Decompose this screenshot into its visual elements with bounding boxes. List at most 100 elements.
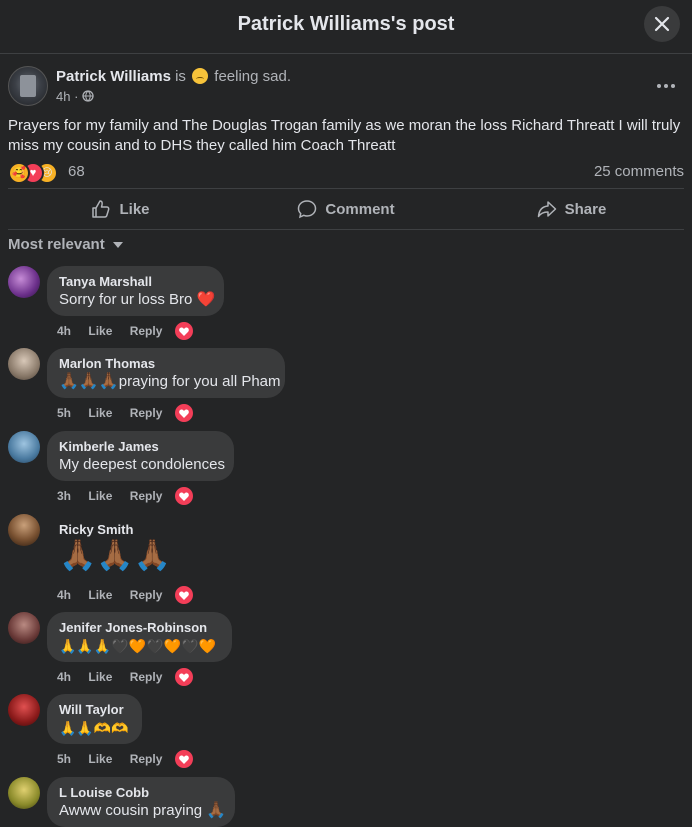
heart-icon bbox=[179, 492, 189, 501]
comment-like-button[interactable]: Like bbox=[88, 752, 112, 766]
comment-bubble: Jenifer Jones-Robinson 🙏🙏🙏🖤🧡🖤🧡🖤🧡 bbox=[47, 612, 232, 662]
comment-text: 🙏🏾🙏🏾🙏🏾praying for you all Pham bbox=[59, 372, 281, 392]
comment-time[interactable]: 5h bbox=[57, 752, 71, 766]
heart-icon bbox=[179, 409, 189, 418]
commenter-name[interactable]: Ricky Smith bbox=[59, 522, 175, 538]
post-actions: Like Comment Share bbox=[8, 188, 684, 230]
heart-icon bbox=[179, 327, 189, 336]
like-label: Like bbox=[119, 200, 150, 218]
comment-reply-button[interactable]: Reply bbox=[130, 588, 163, 602]
love-reaction-badge[interactable] bbox=[173, 320, 195, 342]
commenter-avatar[interactable] bbox=[8, 514, 40, 546]
comment-like-button[interactable]: Like bbox=[88, 324, 112, 338]
like-button[interactable]: Like bbox=[8, 189, 233, 229]
comment-bubble: Will Taylor 🙏🙏🫶🫶 bbox=[47, 694, 142, 744]
dialog-header: Patrick Williams's post bbox=[0, 0, 692, 54]
comment-text: Sorry for ur loss Bro ❤️ bbox=[59, 290, 215, 310]
comments-count[interactable]: 25 comments bbox=[594, 163, 684, 180]
commenter-name[interactable]: Jenifer Jones-Robinson bbox=[59, 620, 220, 636]
comment-meta: 4h Like Reply bbox=[57, 324, 176, 338]
comment-reply-button[interactable]: Reply bbox=[130, 489, 163, 503]
globe-icon bbox=[82, 90, 94, 102]
sad-face-icon bbox=[192, 68, 209, 84]
comment-time[interactable]: 3h bbox=[57, 489, 71, 503]
love-reaction-badge[interactable] bbox=[173, 485, 195, 507]
author-avatar[interactable] bbox=[8, 66, 48, 106]
comment-text-body: Sorry for ur loss Bro bbox=[59, 291, 193, 308]
love-reaction-badge[interactable] bbox=[173, 402, 195, 424]
comment-like-button[interactable]: Like bbox=[88, 670, 112, 684]
comment-text-body: Awww cousin praying bbox=[59, 802, 203, 819]
commenter-name[interactable]: Marlon Thomas bbox=[59, 356, 273, 372]
pray-emoji: 🙏🏾 bbox=[206, 802, 227, 819]
heart-icon bbox=[179, 673, 189, 682]
comment-reply-button[interactable]: Reply bbox=[130, 670, 163, 684]
comment-bubble: Kimberle James My deepest condolences bbox=[47, 431, 234, 481]
chevron-down-icon bbox=[112, 242, 123, 248]
share-label: Share bbox=[564, 200, 607, 218]
commenter-name[interactable]: Will Taylor bbox=[59, 702, 130, 718]
commenter-avatar[interactable] bbox=[8, 348, 40, 380]
share-button[interactable]: Share bbox=[459, 189, 684, 229]
heart-icon bbox=[179, 591, 189, 600]
comment-sort-dropdown[interactable]: Most relevant bbox=[8, 236, 123, 253]
comment-label: Comment bbox=[325, 200, 395, 218]
comment-time[interactable]: 4h bbox=[57, 588, 71, 602]
comment-like-button[interactable]: Like bbox=[88, 588, 112, 602]
reactions-summary: 🥰 ♥ 😢 68 25 comments bbox=[8, 161, 684, 184]
commenter-avatar[interactable] bbox=[8, 431, 40, 463]
comment-time[interactable]: 5h bbox=[57, 406, 71, 420]
comment-bubble: Tanya Marshall Sorry for ur loss Bro ❤️ bbox=[47, 266, 224, 316]
comment-reply-button[interactable]: Reply bbox=[130, 752, 163, 766]
comment-reply-button[interactable]: Reply bbox=[130, 406, 163, 420]
author-line: Patrick Williams is feeling sad. bbox=[56, 68, 291, 85]
comment-text-body: praying for you all Pham bbox=[118, 373, 281, 390]
close-button[interactable] bbox=[644, 6, 680, 42]
more-icon bbox=[657, 84, 675, 88]
comment-icon bbox=[298, 200, 317, 219]
comment-bubble: Marlon Thomas 🙏🏾🙏🏾🙏🏾praying for you all … bbox=[47, 348, 285, 398]
comment-meta: 5h Like Reply bbox=[57, 752, 176, 766]
commenter-avatar[interactable] bbox=[8, 694, 40, 726]
more-options-button[interactable] bbox=[656, 72, 676, 95]
comment-time[interactable]: 4h bbox=[57, 670, 71, 684]
comment-button[interactable]: Comment bbox=[233, 189, 459, 229]
dialog-title: Patrick Williams's post bbox=[237, 13, 455, 35]
feeling-text[interactable]: feeling sad. bbox=[214, 68, 291, 85]
close-icon bbox=[654, 16, 670, 32]
love-reaction-badge[interactable] bbox=[173, 748, 195, 770]
comment-reply-button[interactable]: Reply bbox=[130, 324, 163, 338]
pray-emoji: 🙏🏾🙏🏾🙏🏾 bbox=[59, 373, 119, 390]
comment-meta: 5h Like Reply bbox=[57, 406, 176, 420]
comment-meta: 4h Like Reply bbox=[57, 588, 176, 602]
pray-emoji: 🙏🏾🙏🏾🙏🏾 bbox=[59, 539, 172, 572]
commenter-avatar[interactable] bbox=[8, 612, 40, 644]
comment-like-button[interactable]: Like bbox=[88, 406, 112, 420]
post-meta: 4h · bbox=[56, 89, 94, 104]
comment-text: My deepest condolences bbox=[59, 456, 225, 473]
comment-like-button[interactable]: Like bbox=[88, 489, 112, 503]
comment-time[interactable]: 4h bbox=[57, 324, 71, 338]
author-name[interactable]: Patrick Williams bbox=[56, 68, 171, 85]
comment-bubble: Ricky Smith 🙏🏾🙏🏾🙏🏾 bbox=[47, 514, 187, 580]
commenter-name[interactable]: L Louise Cobb bbox=[59, 785, 223, 801]
heart-emoji: ❤️ bbox=[196, 291, 216, 308]
care-reaction-icon: 🥰 bbox=[8, 162, 30, 184]
commenter-name[interactable]: Tanya Marshall bbox=[59, 274, 212, 290]
heart-icon bbox=[179, 755, 189, 764]
comment-emoji-text: 🙏🙏🙏🖤🧡🖤🧡🖤🧡 bbox=[59, 638, 216, 654]
reaction-count[interactable]: 68 bbox=[68, 163, 85, 180]
commenter-avatar[interactable] bbox=[8, 266, 40, 298]
comment-bubble: L Louise Cobb Awww cousin praying 🙏🏾 bbox=[47, 777, 235, 827]
post-text: Prayers for my family and The Douglas Tr… bbox=[8, 117, 681, 154]
is-text: is bbox=[175, 68, 186, 85]
commenter-avatar[interactable] bbox=[8, 777, 40, 809]
love-reaction-badge[interactable] bbox=[173, 584, 195, 606]
commenter-name[interactable]: Kimberle James bbox=[59, 439, 222, 455]
thumbs-up-icon bbox=[92, 200, 110, 218]
love-reaction-badge[interactable] bbox=[173, 666, 195, 688]
comment-meta: 4h Like Reply bbox=[57, 670, 176, 684]
post-time[interactable]: 4h · bbox=[56, 89, 78, 104]
comment-meta: 3h Like Reply bbox=[57, 489, 176, 503]
post-header: Patrick Williams is feeling sad. 4h · bbox=[8, 66, 688, 110]
